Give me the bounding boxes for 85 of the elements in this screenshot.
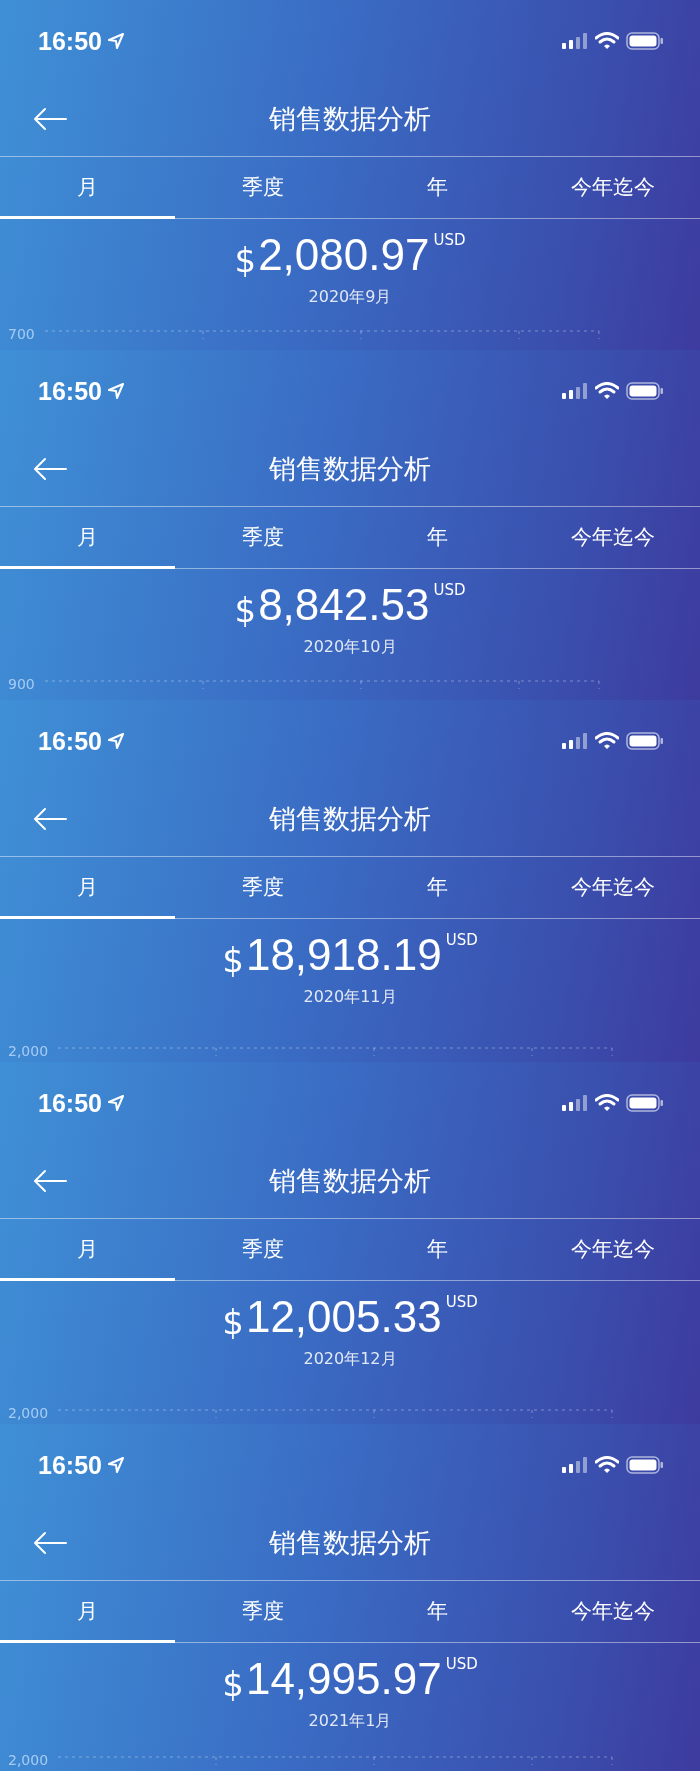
signal-icon [562,733,588,749]
period-tab[interactable]: 今年迄今 [525,507,700,569]
signal-icon [562,33,588,49]
period-tab[interactable]: 今年迄今 [525,157,700,219]
back-button[interactable] [32,1531,68,1555]
period-tab[interactable]: 季度 [175,157,350,219]
sales-amount: 14,995.97 [245,1657,442,1701]
battery-icon [626,732,664,750]
period-tab[interactable]: 季度 [175,507,350,569]
battery-icon [626,1094,664,1112]
axis-label: 900 [8,676,35,692]
screen-title: 销售数据分析 [269,1526,431,1560]
status-time: 16:50 [38,726,102,756]
currency-symbol: $ [234,593,257,627]
period-tab[interactable]: 今年迄今 [525,1219,700,1281]
screen-title: 销售数据分析 [269,452,431,486]
period-tab[interactable]: 年 [350,507,525,569]
sales-amount: 12,005.33 [245,1295,442,1339]
location-arrow-icon [107,33,124,49]
battery-icon [626,32,664,50]
axis-label: 2,000 [8,1752,49,1768]
currency-symbol: $ [222,943,244,977]
back-button[interactable] [32,807,68,831]
axis-label: 2,000 [8,1405,49,1421]
period-tab[interactable]: 年 [350,857,525,919]
period-tab[interactable]: 今年迄今 [525,857,700,919]
period-tab[interactable]: 年 [350,1219,525,1281]
back-arrow-icon [32,107,68,131]
period-label: 2021年1月 [307,1711,393,1732]
wifi-icon [595,732,619,750]
location-arrow-icon [107,1457,124,1473]
battery-icon [626,1456,664,1474]
currency-code: USD [445,1657,478,1672]
screen-title: 销售数据分析 [269,1164,431,1198]
period-tab[interactable]: 月 [0,1581,175,1643]
wifi-icon [595,1456,619,1474]
back-button[interactable] [32,457,68,481]
period-tab[interactable]: 月 [0,1219,175,1281]
period-tab[interactable]: 月 [0,157,175,219]
location-arrow-icon [107,733,124,749]
axis-label: 700 [8,326,35,342]
signal-icon [562,383,588,399]
currency-code: USD [433,233,466,248]
signal-icon [562,1095,588,1111]
back-arrow-icon [32,807,68,831]
period-tab[interactable]: 年 [350,1581,525,1643]
back-arrow-icon [32,1531,68,1555]
period-label: 2020年9月 [307,287,393,308]
period-tab[interactable]: 季度 [175,857,350,919]
back-arrow-icon [32,1169,68,1193]
currency-code: USD [433,583,466,598]
location-arrow-icon [107,1095,124,1111]
sales-amount: 2,080.97 [258,233,430,277]
period-tab[interactable]: 季度 [175,1219,350,1281]
currency-code: USD [445,1295,478,1310]
period-tab[interactable]: 季度 [175,1581,350,1643]
wifi-icon [595,32,619,50]
currency-code: USD [445,933,478,948]
period-tab[interactable]: 月 [0,857,175,919]
signal-icon [562,1457,588,1473]
sales-amount: 8,842.53 [258,583,430,627]
status-time: 16:50 [38,1088,102,1118]
period-label: 2020年10月 [302,637,398,658]
wifi-icon [595,1094,619,1112]
currency-symbol: $ [222,1305,244,1339]
location-arrow-icon [107,383,124,399]
back-arrow-icon [32,457,68,481]
sales-amount: 18,918.19 [245,933,442,977]
period-label: 2020年11月 [302,987,398,1008]
battery-icon [626,382,664,400]
axis-label: 2,000 [8,1043,49,1059]
currency-symbol: $ [234,243,257,277]
status-time: 16:50 [38,26,102,56]
back-button[interactable] [32,107,68,131]
period-tab[interactable]: 月 [0,507,175,569]
back-button[interactable] [32,1169,68,1193]
currency-symbol: $ [222,1667,244,1701]
wifi-icon [595,382,619,400]
screen-title: 销售数据分析 [269,102,431,136]
status-time: 16:50 [38,376,102,406]
period-tab[interactable]: 今年迄今 [525,1581,700,1643]
period-label: 2020年12月 [302,1349,398,1370]
period-tab[interactable]: 年 [350,157,525,219]
status-time: 16:50 [38,1450,102,1480]
screen-title: 销售数据分析 [269,802,431,836]
